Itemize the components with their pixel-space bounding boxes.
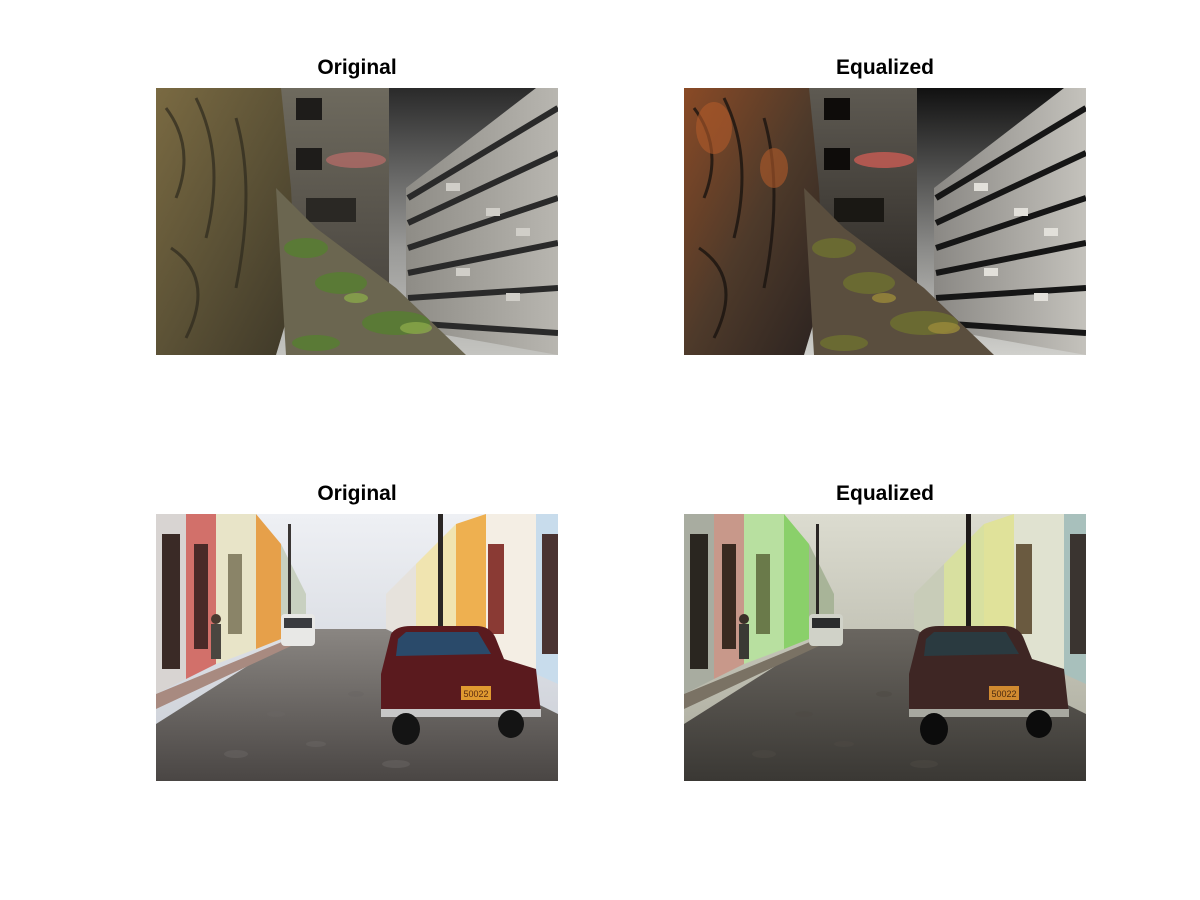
ruins-original-image (156, 88, 558, 355)
license-plate-text: 50022 (991, 689, 1016, 699)
panel-title: Equalized (835, 482, 935, 505)
ruins-equalized-image (684, 88, 1086, 355)
panel-title: Equalized (835, 56, 935, 79)
figure-canvas: Original Equalized Original 50022 Equali… (0, 0, 1200, 900)
street-equalized-image: 50022 (684, 514, 1086, 781)
license-plate-text: 50022 (463, 689, 488, 699)
panel-title: Original (317, 56, 397, 79)
panel-title: Original (317, 482, 397, 505)
street-original-image: 50022 (156, 514, 558, 781)
